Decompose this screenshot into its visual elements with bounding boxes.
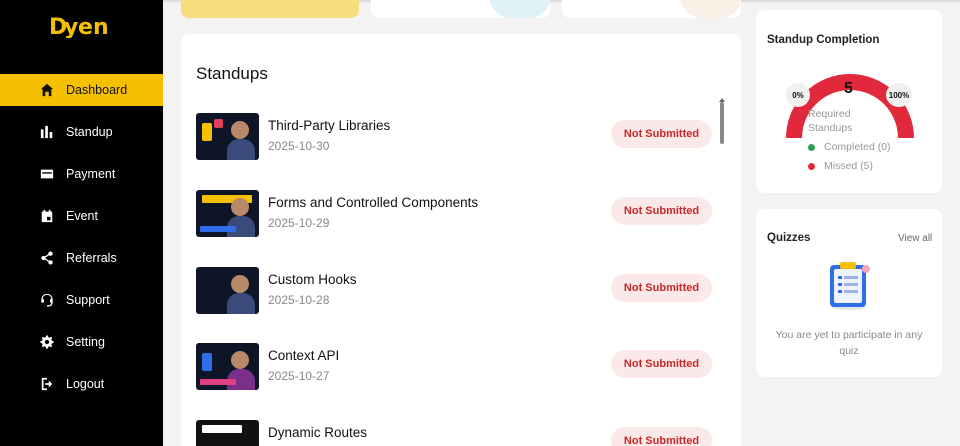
standup-completion-card: Standup Completion 0% 100% 5 Required St… (756, 10, 942, 193)
stat-card (562, 0, 741, 18)
standup-date: 2025-10-30 (268, 139, 330, 153)
share-icon (40, 251, 54, 265)
standup-row[interactable]: Forms and Controlled Components 2025-10-… (196, 190, 713, 238)
clipboard-icon (830, 262, 870, 310)
standup-row[interactable]: Dynamic Routes Not Submitted (196, 420, 713, 446)
sidebar: D y e n Dashboard Standup Payment Event … (0, 0, 163, 446)
sidebar-item-logout[interactable]: Logout (0, 368, 163, 400)
standup-row[interactable]: Context API 2025-10-27 Not Submitted (196, 343, 713, 391)
legend-missed: Missed (5) (808, 160, 873, 172)
sidebar-item-support[interactable]: Support (0, 284, 163, 316)
sidebar-item-label: Standup (66, 125, 113, 139)
required-count: 5 (844, 80, 853, 97)
sidebar-item-label: Logout (66, 377, 105, 391)
legend-label: Completed (0) (824, 141, 891, 153)
completion-title: Standup Completion (767, 34, 880, 46)
sidebar-item-label: Dashboard (66, 83, 128, 97)
calendar-icon (40, 209, 54, 223)
standups-panel: Standups Third-Party Libraries 2025-10-3… (181, 34, 741, 446)
sidebar-item-setting[interactable]: Setting (0, 326, 163, 358)
quizzes-title: Quizzes (767, 232, 811, 244)
gauge-max-label: 100% (886, 83, 912, 107)
status-badge: Not Submitted (611, 120, 712, 148)
svg-text:y: y (64, 15, 79, 38)
standup-title: Forms and Controlled Components (268, 195, 479, 210)
standup-thumbnail (196, 420, 259, 446)
required-label: Required Standups (808, 108, 853, 134)
standup-title: Custom Hooks (268, 272, 357, 287)
standups-title: Standups (196, 64, 268, 83)
gear-icon (40, 335, 54, 349)
standup-title: Context API (268, 348, 340, 363)
sidebar-item-event[interactable]: Event (0, 200, 163, 232)
scrollbar[interactable] (720, 102, 724, 144)
home-icon (40, 83, 54, 97)
standup-row[interactable]: Custom Hooks 2025-10-28 Not Submitted (196, 267, 713, 315)
standup-date: 2025-10-28 (268, 293, 330, 307)
legend-completed: Completed (0) (808, 141, 891, 153)
svg-text:e: e (78, 15, 93, 38)
sidebar-item-payment[interactable]: Payment (0, 158, 163, 190)
standup-thumbnail (196, 113, 259, 160)
standup-thumbnail (196, 343, 259, 390)
logout-icon (40, 377, 54, 391)
red-dot-icon (808, 162, 815, 170)
standup-thumbnail (196, 190, 259, 237)
green-dot-icon (808, 143, 815, 151)
standup-thumbnail (196, 267, 259, 314)
legend-label: Missed (5) (824, 160, 874, 172)
status-badge: Not Submitted (611, 427, 712, 446)
card-icon (40, 167, 54, 181)
headset-icon (40, 293, 54, 307)
status-badge: Not Submitted (611, 350, 712, 378)
stat-card (371, 0, 550, 18)
logo-mark: D y e n (49, 15, 109, 40)
standup-row[interactable]: Third-Party Libraries 2025-10-30 Not Sub… (196, 113, 713, 161)
view-all-link[interactable]: View all (898, 233, 932, 244)
standup-title: Dynamic Routes (268, 425, 368, 440)
brand-logo[interactable]: D y e n (49, 14, 115, 44)
stat-card (181, 0, 359, 18)
sidebar-item-referrals[interactable]: Referrals (0, 242, 163, 274)
gauge-min-label: 0% (786, 83, 810, 107)
sidebar-item-label: Referrals (66, 251, 117, 265)
sidebar-item-label: Payment (66, 167, 116, 181)
sidebar-item-label: Setting (66, 335, 105, 349)
quiz-empty-text: You are yet to participate in any quiz (775, 329, 923, 357)
svg-text:n: n (93, 15, 109, 38)
sidebar-item-label: Support (66, 293, 110, 307)
standup-date: 2025-10-27 (268, 369, 330, 383)
sidebar-item-label: Event (66, 209, 98, 223)
standup-title: Third-Party Libraries (268, 118, 391, 133)
sidebar-item-standup[interactable]: Standup (0, 116, 163, 148)
standup-date: 2025-10-29 (268, 216, 330, 230)
quizzes-card: Quizzes View all You are yet to particip… (756, 209, 942, 377)
status-badge: Not Submitted (611, 274, 712, 302)
sidebar-item-dashboard[interactable]: Dashboard (0, 74, 163, 106)
status-badge: Not Submitted (611, 197, 712, 225)
bar-chart-icon (40, 125, 54, 139)
